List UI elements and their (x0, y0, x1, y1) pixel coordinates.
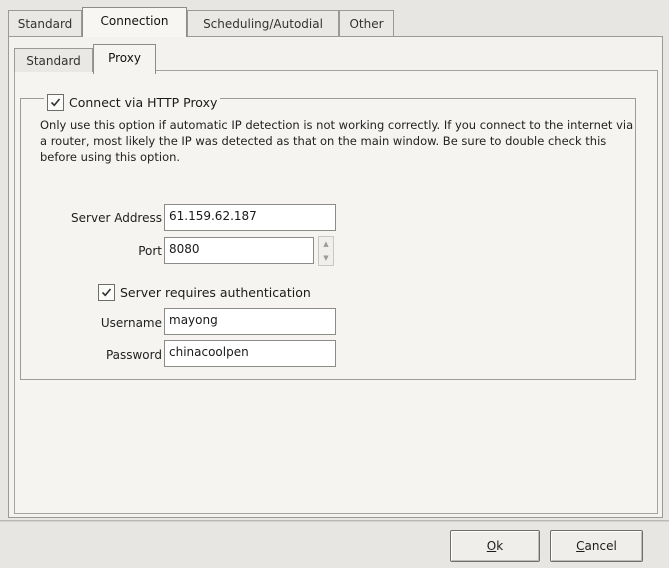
check-icon (50, 97, 61, 106)
spin-up-icon[interactable]: ▲ (319, 237, 333, 251)
footer-divider (0, 520, 669, 522)
tab-inner-standard[interactable]: Standard (14, 48, 93, 72)
ok-accelerator: O (486, 539, 497, 553)
password-input[interactable]: chinacoolpen (164, 340, 336, 367)
tab-connection[interactable]: Connection (82, 7, 187, 37)
server-auth-label: Server requires authentication (120, 284, 311, 300)
server-auth-checkbox[interactable] (98, 283, 115, 301)
username-input[interactable]: mayong (164, 308, 336, 335)
server-auth-checkbox-row[interactable]: Server requires authentication (98, 282, 311, 302)
tab-scheduling-autodial[interactable]: Scheduling/Autodial (187, 10, 339, 36)
cancel-label-rest: ancel (584, 539, 617, 553)
username-label: Username (100, 316, 162, 330)
spin-down-icon[interactable]: ▼ (319, 251, 333, 265)
tab-proxy[interactable]: Proxy (93, 44, 156, 74)
password-label: Password (105, 348, 162, 362)
port-input[interactable]: 8080 (164, 237, 314, 264)
port-spinner[interactable]: ▲ ▼ (318, 236, 334, 266)
connect-via-proxy-checkbox[interactable] (47, 93, 64, 111)
tab-standard[interactable]: Standard (8, 10, 82, 36)
port-label: Port (138, 244, 162, 258)
ok-label-rest: k (496, 539, 504, 553)
ok-button[interactable]: Ok (450, 530, 540, 562)
server-address-input[interactable]: 61.159.62.187 (164, 204, 336, 231)
connect-via-proxy-label: Connect via HTTP Proxy (69, 94, 218, 110)
cancel-accelerator: C (576, 539, 585, 553)
connect-via-proxy-checkbox-row[interactable]: Connect via HTTP Proxy (44, 92, 221, 112)
tab-other[interactable]: Other (339, 10, 394, 36)
server-address-label: Server Address (71, 211, 162, 225)
check-icon (101, 287, 112, 296)
proxy-description: Only use this option if automatic IP det… (40, 118, 634, 164)
cancel-button[interactable]: Cancel (550, 530, 643, 562)
